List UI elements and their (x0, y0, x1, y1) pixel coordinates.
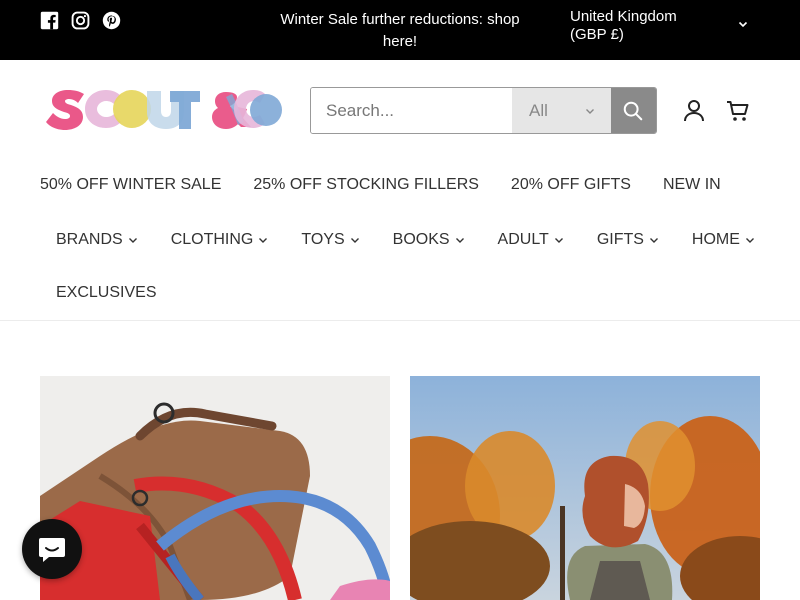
search-icon (624, 101, 643, 120)
chevron-down-icon (455, 238, 464, 243)
announcement-link[interactable]: Winter Sale further reductions: shop her… (270, 9, 530, 53)
chevron-down-icon (259, 238, 268, 243)
account-icon[interactable] (683, 99, 705, 123)
nav-toys-label: TOYS (301, 231, 345, 248)
nav-books-label: BOOKS (392, 231, 450, 248)
header-divider (0, 320, 800, 321)
facebook-icon[interactable] (40, 11, 59, 30)
chevron-down-icon (585, 109, 594, 114)
announcement-bar: Winter Sale further reductions: shop her… (0, 0, 800, 60)
nav-books[interactable]: BOOKS (393, 229, 465, 251)
currency-code: (GBP £) (570, 26, 624, 43)
nav-brands[interactable]: BRANDS (56, 229, 138, 251)
nav-exclusives-label: EXCLUSIVES (56, 284, 157, 301)
nav-adult[interactable]: ADULT (498, 229, 564, 251)
chevron-down-icon (649, 238, 658, 243)
chat-icon (39, 538, 65, 562)
chevron-down-icon (554, 238, 563, 243)
search-category-select[interactable]: All (512, 88, 611, 133)
currency-country: United Kingdom (570, 8, 677, 25)
hero-tile-autumn[interactable] (410, 376, 760, 600)
search-bar: All (310, 87, 657, 134)
search-category-value: All (529, 100, 548, 120)
chevron-down-icon (745, 238, 754, 243)
chevron-down-icon (128, 238, 137, 243)
nav-gifts-sale[interactable]: 20% OFF GIFTS (511, 176, 631, 194)
nav-brands-label: BRANDS (56, 231, 123, 248)
cart-icon[interactable] (726, 99, 750, 123)
chevron-down-icon (350, 238, 359, 243)
chevron-down-icon[interactable] (737, 18, 749, 30)
instagram-icon[interactable] (71, 11, 90, 30)
search-button[interactable] (610, 88, 656, 133)
bags-image (40, 376, 390, 600)
nav-home[interactable]: HOME (692, 229, 755, 251)
social-links (40, 11, 121, 30)
search-input[interactable] (311, 88, 512, 133)
pinterest-icon[interactable] (102, 11, 121, 30)
nav-adult-label: ADULT (497, 231, 549, 248)
nav-stocking-fillers[interactable]: 25% OFF STOCKING FILLERS (253, 176, 479, 194)
nav-clothing[interactable]: CLOTHING (171, 229, 269, 251)
currency-selector[interactable]: United Kingdom (GBP £) (570, 8, 730, 44)
nav-gifts-label: GIFTS (596, 231, 644, 248)
nav-new-in[interactable]: NEW IN (663, 176, 721, 194)
nav-clothing-label: CLOTHING (170, 231, 254, 248)
autumn-portrait-image (410, 376, 760, 600)
brand-logo[interactable] (44, 86, 282, 132)
nav-toys[interactable]: TOYS (301, 229, 359, 251)
main-navigation: BRANDS CLOTHING TOYS BOOKS ADULT GIFTS H… (56, 229, 776, 301)
nav-winter-sale[interactable]: 50% OFF WINTER SALE (40, 176, 221, 194)
hero-tile-bags[interactable] (40, 376, 390, 600)
nav-exclusives[interactable]: EXCLUSIVES (56, 282, 156, 304)
nav-gifts[interactable]: GIFTS (597, 229, 659, 251)
nav-home-label: HOME (691, 231, 740, 248)
promo-navigation: 50% OFF WINTER SALE 25% OFF STOCKING FIL… (40, 176, 721, 194)
chat-button[interactable] (22, 519, 82, 579)
